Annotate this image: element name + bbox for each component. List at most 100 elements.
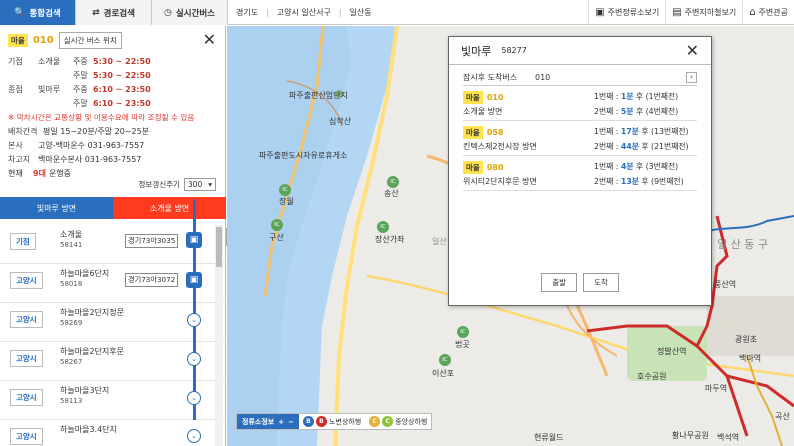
- interchange-icon: IC: [279, 184, 291, 196]
- search-icon: 🔍: [14, 7, 26, 18]
- map-label: 일산: [432, 237, 447, 246]
- area-badge: 고양시: [10, 272, 43, 289]
- first-stop-label: 기점: [8, 56, 23, 66]
- running-label: 현재: [8, 168, 23, 178]
- bus-stop-blue-icon: B: [302, 416, 314, 427]
- search-tabs: 🔍 통합검색 ⇄ 경로검색 ◷ 실시간버스: [0, 0, 228, 25]
- stop-info-toggle[interactable]: 정류소정보 + −: [237, 414, 299, 429]
- popup-buttons: 출발 도착: [449, 273, 711, 292]
- breadcrumb-separator: |: [266, 8, 269, 17]
- refresh-label: 정보갱신주기: [138, 180, 180, 189]
- tab-label: 통합검색: [29, 8, 61, 19]
- interchange-icon: IC: [377, 221, 389, 233]
- interval-label: 배차간격: [8, 126, 38, 136]
- stop-id: 58113: [60, 397, 83, 405]
- map-tools: ▣ 주변정류소보기 ▤ 주변지하철보기 ⌂ 주변관공: [588, 0, 794, 25]
- stop-id: 58018: [60, 280, 83, 288]
- map-label: 현류월드: [534, 433, 564, 442]
- tab-label: 경로검색: [103, 8, 135, 19]
- arrival-second: 2번째 : 44분 후 (21번째전): [594, 142, 689, 151]
- interval-row: 배차간격 평일 15~20분/주말 20~25분: [8, 124, 218, 138]
- set-arrival-button[interactable]: 도착: [583, 273, 619, 292]
- stop-id: 58141: [60, 241, 83, 249]
- map-label: 정발산역: [657, 347, 687, 356]
- tool-label: 주변지하철보기: [684, 8, 737, 17]
- map-label: 파주출판도시자유로휴게소: [259, 151, 348, 160]
- arrival-direction: 킨텍스제2전시장 방면: [463, 142, 537, 151]
- stop-id: 58269: [60, 319, 83, 327]
- chevron-right-icon[interactable]: ›: [686, 71, 697, 83]
- interchange-icon: IC: [271, 219, 283, 231]
- stop-name[interactable]: 하늘마을3.4단지: [60, 424, 117, 435]
- stop-popup: 빛마루 58277 ✕ 잠시후 도착버스 010 › 마을 010 소개울 방면 …: [448, 36, 712, 306]
- arrival-second: 2번째 : 13분 후 (9번째전): [594, 177, 684, 186]
- weekday-label: 주중: [73, 56, 88, 66]
- popup-stop-name: 빛마루: [461, 44, 492, 58]
- weekend-label: 주말: [73, 98, 88, 108]
- nearby-offices-button[interactable]: ⌂ 주변관공: [742, 0, 794, 25]
- map-label: 일 산 동 구: [717, 238, 768, 251]
- legend-title: 정류소정보: [242, 417, 275, 426]
- first-weekday-time: 5:30 ~ 22:50: [93, 56, 151, 66]
- bus-icon[interactable]: ▣: [186, 272, 202, 288]
- breadcrumb-item[interactable]: 경기도: [236, 7, 258, 18]
- route-type-badge: 마을: [463, 91, 483, 104]
- running-count: 9대: [33, 168, 46, 178]
- breadcrumb-item[interactable]: 일산동: [350, 7, 372, 18]
- stop-name[interactable]: 하늘마을3단지: [60, 385, 109, 396]
- tab-direction-1[interactable]: 빛마루 방면: [0, 197, 113, 219]
- map-label: 풍산역: [714, 280, 737, 289]
- stop-name[interactable]: 하늘마을2단지정문: [60, 307, 124, 318]
- arrival-first: 1번째 : 4분 후 (3번째전): [594, 162, 679, 171]
- breadcrumb-separator: |: [338, 8, 342, 17]
- zoom-in-button[interactable]: +: [278, 418, 284, 426]
- map-label: 파주출판산업단지: [289, 91, 348, 100]
- arrival-direction: 위시티2단지후문 방면: [463, 177, 537, 186]
- tab-direction-2[interactable]: 소개울 방면: [113, 197, 226, 219]
- stop-list-scrollbar[interactable]: [215, 225, 223, 446]
- arrival-item[interactable]: 마을 080 위시티2단지후문 방면 1번째 : 4분 후 (3번째전) 2번째 …: [463, 156, 697, 191]
- route-type-badge: 마을: [463, 161, 483, 174]
- breadcrumb-item[interactable]: 고양시 일산서구: [277, 7, 331, 18]
- scrollbar-thumb[interactable]: [216, 227, 222, 267]
- set-departure-button[interactable]: 출발: [541, 273, 577, 292]
- running-suffix: 운행중: [48, 168, 72, 178]
- depot-label: 차고지: [8, 154, 31, 164]
- tab-route-search[interactable]: ⇄ 경로검색: [76, 0, 152, 25]
- bus-plate: 경기73아3035: [125, 234, 179, 248]
- tab-realtime-bus[interactable]: ◷ 실시간버스: [152, 0, 228, 25]
- nearby-subway-button[interactable]: ▤ 주변지하철보기: [665, 0, 742, 25]
- realtime-location-button[interactable]: 실시간 버스 위치: [58, 32, 122, 49]
- nearby-stops-button[interactable]: ▣ 주변정류소보기: [588, 0, 665, 25]
- tool-label: 주변관공: [758, 8, 788, 17]
- first-stop-name: 소개울: [38, 56, 61, 66]
- arrival-item[interactable]: 마을 058 킨텍스제2전시장 방면 1번째 : 17분 후 (13번째전) 2번…: [463, 121, 697, 156]
- bus-number: 010: [486, 93, 504, 102]
- refresh-select[interactable]: 300 ▾: [183, 178, 216, 191]
- map-label: 장산가좌: [375, 235, 405, 244]
- route-header: 마을 010 실시간 버스 위치: [8, 32, 218, 49]
- map-label: 송산: [384, 189, 399, 198]
- depot-value: 백마운수본사 031-963-7557: [38, 154, 142, 164]
- stop-name[interactable]: 하늘마을6단지: [60, 268, 109, 279]
- close-icon[interactable]: ✕: [686, 41, 699, 60]
- route-icon: ⇄: [92, 7, 100, 18]
- refresh-value: 300: [187, 180, 203, 189]
- zoom-out-button[interactable]: −: [288, 418, 294, 426]
- bus-icon[interactable]: ▣: [186, 232, 202, 248]
- arrival-item[interactable]: 마을 010 소개울 방면 1번째 : 1분 후 (1번째전) 2번째 : 5분 …: [463, 86, 697, 121]
- depot-row: 차고지 백마운수본사 031-963-7557: [8, 152, 218, 166]
- close-icon[interactable]: ✕: [203, 30, 216, 49]
- interchange-icon: IC: [387, 176, 399, 188]
- stop-name[interactable]: 하늘마을2단지후문: [60, 346, 124, 357]
- arriving-soon-label: 잠시후 도착버스: [463, 72, 518, 82]
- stop-name[interactable]: 소개울: [60, 229, 82, 240]
- map-label: 심학산: [329, 117, 352, 126]
- last-weekend-time: 6:10 ~ 23:50: [93, 98, 151, 108]
- bus-stop-red-icon: B: [315, 416, 327, 427]
- tab-integrated-search[interactable]: 🔍 통합검색: [0, 0, 76, 25]
- map-label: 장월: [279, 197, 294, 206]
- map-label: 구산: [269, 233, 284, 242]
- legend-item-median: C C 중앙상하행: [365, 416, 431, 427]
- stop-id: 58267: [60, 358, 83, 366]
